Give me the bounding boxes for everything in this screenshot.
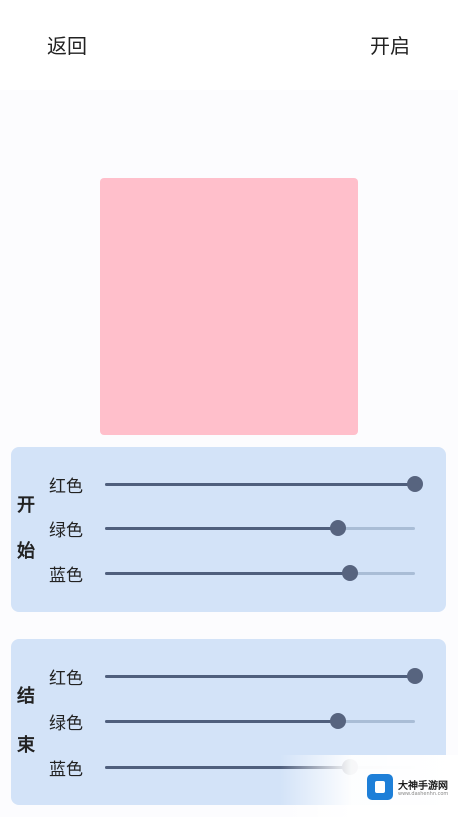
- start-color-panel: 开 始 红色 绿色 蓝色: [11, 447, 446, 612]
- start-red-slider[interactable]: [105, 476, 423, 492]
- start-blue-slider[interactable]: [105, 565, 415, 581]
- end-green-slider[interactable]: [105, 713, 415, 729]
- slider-fill: [105, 483, 415, 486]
- watermark-logo-icon: [367, 774, 393, 800]
- start-green-label: 绿色: [49, 521, 83, 541]
- watermark-url: www.dashenhn.com: [398, 791, 449, 797]
- open-button[interactable]: 开启: [370, 30, 410, 59]
- back-button[interactable]: 返回: [47, 30, 87, 59]
- slider-thumb[interactable]: [407, 476, 423, 492]
- slider-thumb[interactable]: [329, 713, 346, 729]
- slider-fill: [105, 720, 338, 723]
- start-green-row: 绿色: [11, 513, 446, 543]
- slider-thumb[interactable]: [407, 668, 423, 684]
- slider-thumb[interactable]: [341, 565, 358, 581]
- start-blue-row: 蓝色: [11, 558, 446, 588]
- end-red-slider[interactable]: [105, 668, 423, 684]
- top-bar: 返回 开启: [0, 0, 458, 90]
- slider-fill: [105, 572, 350, 575]
- start-blue-label: 蓝色: [49, 566, 83, 586]
- end-green-row: 绿色: [11, 706, 446, 736]
- slider-fill: [105, 527, 338, 530]
- end-blue-label: 蓝色: [49, 760, 83, 780]
- end-green-label: 绿色: [49, 714, 83, 734]
- color-preview-swatch: [100, 178, 358, 435]
- end-red-label: 红色: [49, 669, 83, 689]
- watermark-name: 大神手游网: [398, 781, 448, 792]
- start-red-row: 红色: [11, 469, 446, 499]
- slider-fill: [105, 675, 415, 678]
- start-green-slider[interactable]: [105, 520, 415, 536]
- start-red-label: 红色: [49, 477, 83, 497]
- end-red-row: 红色: [11, 661, 446, 691]
- slider-thumb[interactable]: [329, 520, 346, 536]
